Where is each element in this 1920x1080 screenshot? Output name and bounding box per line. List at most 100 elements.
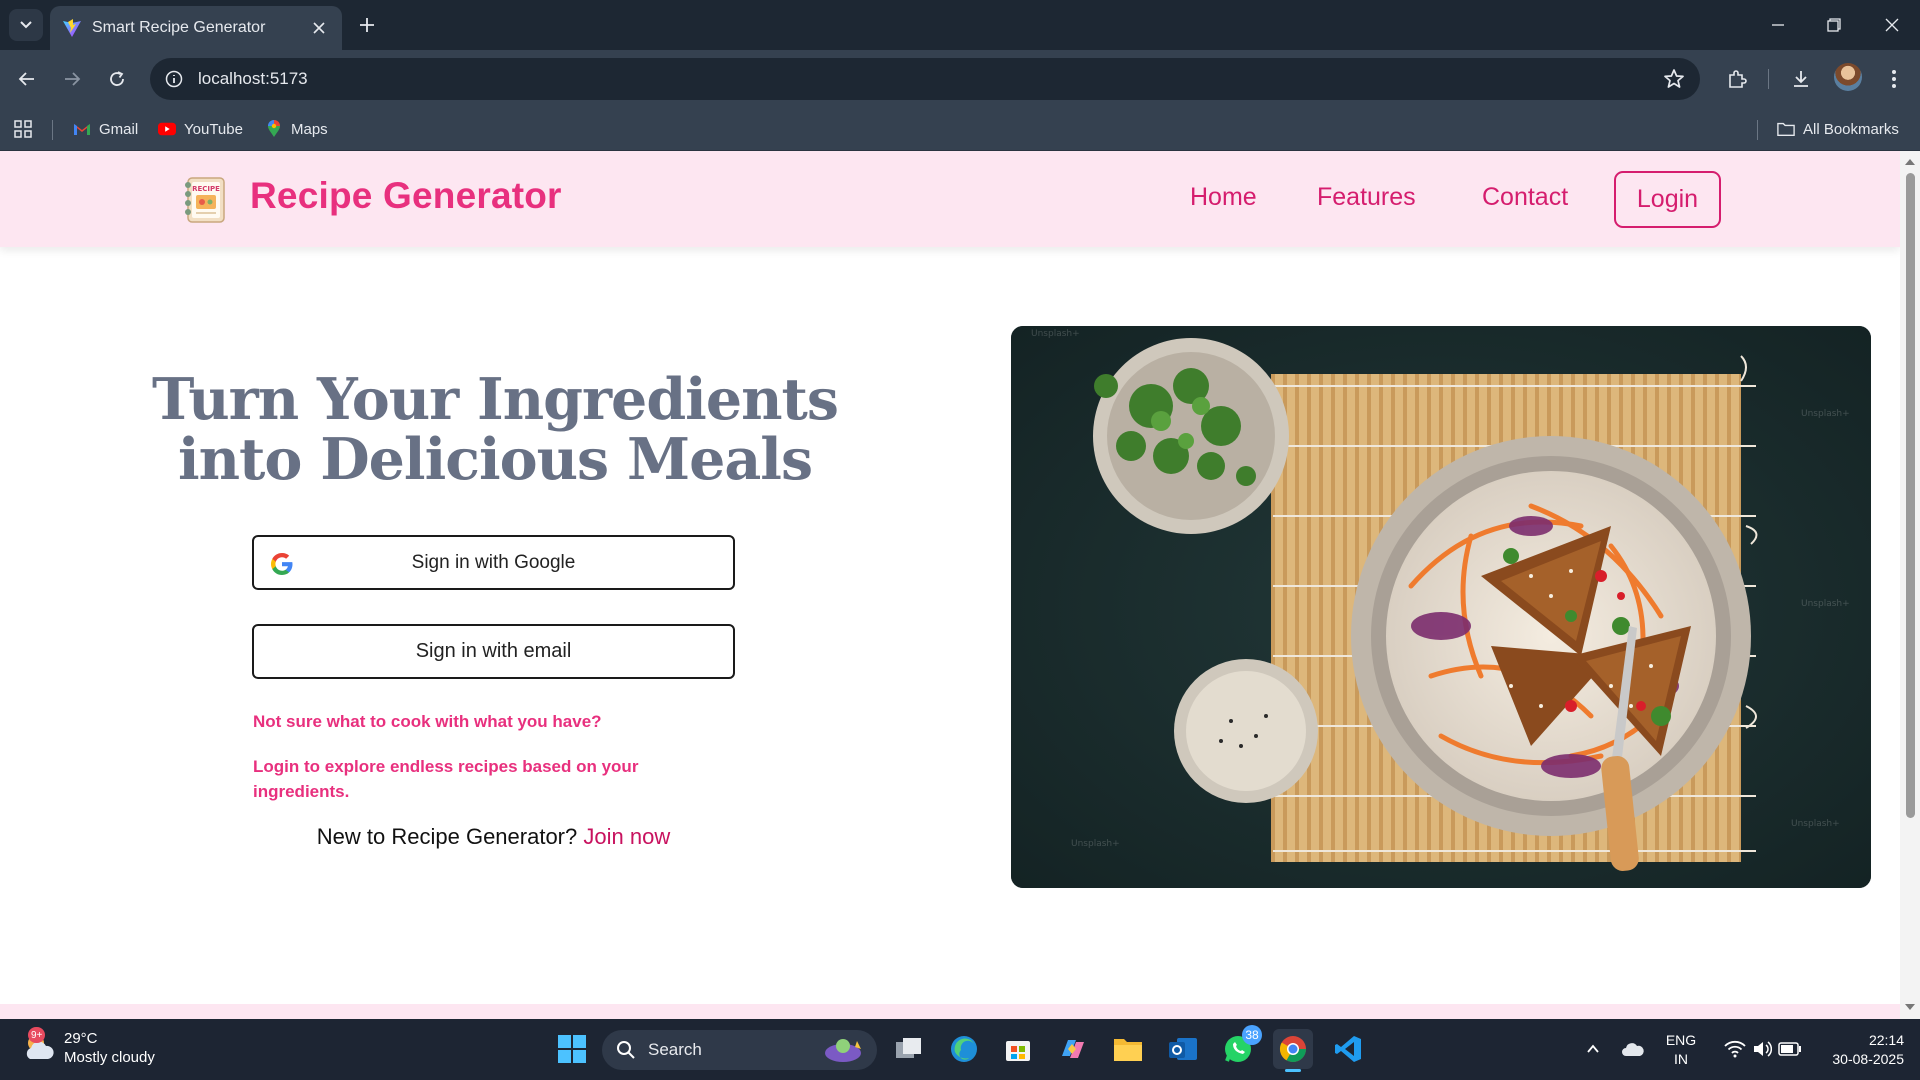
info-icon bbox=[165, 70, 183, 88]
star-icon[interactable] bbox=[1662, 67, 1686, 91]
hero-title-line1: Turn Your Ingredients bbox=[152, 366, 839, 433]
profile-avatar[interactable] bbox=[1834, 63, 1862, 91]
forward-button[interactable] bbox=[56, 63, 88, 95]
scroll-up-icon[interactable] bbox=[1904, 156, 1916, 168]
close-window-button[interactable] bbox=[1864, 0, 1920, 50]
scroll-thumb[interactable] bbox=[1906, 173, 1915, 818]
bookmark-label: Gmail bbox=[99, 120, 139, 138]
tab-search-button[interactable] bbox=[9, 9, 43, 41]
start-button[interactable] bbox=[552, 1029, 592, 1069]
join-now-link[interactable]: Join now bbox=[583, 824, 670, 849]
browser-tab-active[interactable]: Smart Recipe Generator bbox=[50, 6, 342, 50]
store-icon bbox=[1006, 1041, 1030, 1061]
store-button[interactable] bbox=[998, 1029, 1038, 1069]
join-prefix: New to Recipe Generator? bbox=[316, 824, 578, 849]
grid-icon bbox=[14, 120, 32, 138]
gmail-icon bbox=[73, 120, 91, 138]
image-watermark: Unsplash+ bbox=[1791, 819, 1840, 829]
weather-widget[interactable]: 9+ 29°C Mostly cloudy bbox=[22, 1027, 155, 1067]
download-icon bbox=[1794, 71, 1808, 87]
bookmark-maps[interactable]: Maps bbox=[265, 116, 328, 142]
folder-icon bbox=[1114, 1039, 1142, 1061]
youtube-icon bbox=[158, 120, 176, 138]
hero-food-image: Unsplash+ Unsplash+ Unsplash+ Unsplash+ … bbox=[1011, 326, 1871, 888]
scroll-down-icon[interactable] bbox=[1904, 1001, 1916, 1013]
windows-icon bbox=[558, 1035, 586, 1063]
language-indicator[interactable]: ENG IN bbox=[1660, 1031, 1702, 1069]
browser-tabstrip: Smart Recipe Generator bbox=[0, 0, 1920, 50]
footer-strip bbox=[0, 1004, 1900, 1019]
page-scrollbar[interactable] bbox=[1900, 151, 1920, 1019]
hero-title-line2: into Delicious Meals bbox=[177, 426, 813, 493]
whatsapp-button[interactable]: 38 bbox=[1218, 1025, 1262, 1069]
apps-button[interactable] bbox=[14, 116, 32, 142]
new-tab-button[interactable] bbox=[352, 10, 382, 40]
bookmark-youtube[interactable]: YouTube bbox=[158, 116, 243, 142]
show-hidden-icons-button[interactable] bbox=[1573, 1029, 1613, 1069]
vscode-button[interactable] bbox=[1328, 1029, 1368, 1069]
edge-button[interactable] bbox=[944, 1029, 984, 1069]
hero-title: Turn Your Ingredients into Delicious Mea… bbox=[140, 370, 850, 490]
login-button[interactable]: Login bbox=[1614, 171, 1721, 228]
vite-icon bbox=[63, 19, 81, 37]
reload-button[interactable] bbox=[101, 63, 133, 95]
back-button[interactable] bbox=[11, 63, 43, 95]
all-bookmarks-label: All Bookmarks bbox=[1803, 120, 1899, 138]
close-icon bbox=[1885, 18, 1899, 32]
nav-features[interactable]: Features bbox=[1317, 183, 1416, 212]
search-highlight-icon bbox=[825, 1039, 861, 1062]
email-signin-button[interactable]: Sign in with email bbox=[252, 624, 735, 679]
onedrive-button[interactable] bbox=[1613, 1029, 1653, 1069]
site-info-button[interactable] bbox=[162, 67, 186, 91]
battery-icon bbox=[1778, 1042, 1801, 1056]
extensions-button[interactable] bbox=[1721, 63, 1753, 95]
site-header: RECIPE Recipe Generator Home Features Co… bbox=[0, 151, 1900, 247]
chrome-icon bbox=[1279, 1036, 1307, 1063]
recipe-book-icon: RECIPE bbox=[185, 177, 225, 223]
quick-settings-button[interactable] bbox=[1713, 1029, 1813, 1069]
chrome-menu-button[interactable] bbox=[1878, 63, 1910, 95]
nav-contact[interactable]: Contact bbox=[1482, 183, 1568, 212]
taskbar-search[interactable]: Search bbox=[602, 1030, 877, 1070]
minimize-icon bbox=[1772, 24, 1784, 26]
image-watermark: Unsplash+ bbox=[1801, 409, 1850, 419]
weather-condition: Mostly cloudy bbox=[64, 1049, 155, 1066]
clock[interactable]: 22:14 30-08-2025 bbox=[1814, 1031, 1904, 1069]
hero-note-2: Login to explore endless recipes based o… bbox=[253, 757, 639, 801]
active-indicator bbox=[1285, 1069, 1301, 1072]
brand-title[interactable]: Recipe Generator bbox=[250, 175, 562, 217]
outlook-button[interactable] bbox=[1163, 1029, 1203, 1069]
vscode-icon bbox=[1335, 1036, 1361, 1062]
close-icon bbox=[313, 22, 325, 34]
minimize-button[interactable] bbox=[1750, 0, 1806, 50]
edge-icon bbox=[951, 1036, 977, 1062]
cloud-icon bbox=[1622, 1043, 1644, 1056]
image-watermark: Unsplash+ bbox=[1071, 839, 1120, 849]
file-explorer-button[interactable] bbox=[1108, 1029, 1148, 1069]
copilot-icon bbox=[1062, 1040, 1084, 1058]
downloads-button[interactable] bbox=[1785, 63, 1817, 95]
windows-taskbar: 9+ 29°C Mostly cloudy Search 38 ENG IN 2… bbox=[0, 1019, 1920, 1080]
chrome-button[interactable] bbox=[1273, 1029, 1313, 1072]
chevron-up-icon bbox=[1587, 1044, 1599, 1053]
image-watermark: Unsplash+ bbox=[1801, 599, 1850, 609]
restore-button[interactable] bbox=[1806, 0, 1862, 50]
all-bookmarks-button[interactable]: All Bookmarks bbox=[1777, 116, 1899, 142]
cloud-sun-icon: 9+ bbox=[22, 1027, 56, 1065]
region: IN bbox=[1674, 1051, 1688, 1067]
bookmarks-separator bbox=[1757, 120, 1758, 140]
google-signin-button[interactable]: Sign in with Google bbox=[252, 535, 735, 590]
tab-close-button[interactable] bbox=[308, 17, 330, 39]
hero-note-1: Not sure what to cook with what you have… bbox=[253, 712, 602, 731]
restore-icon bbox=[1827, 18, 1841, 32]
bookmark-gmail[interactable]: Gmail bbox=[73, 116, 138, 142]
nav-home[interactable]: Home bbox=[1190, 183, 1257, 212]
copilot-button[interactable] bbox=[1053, 1029, 1093, 1069]
arrow-right-icon bbox=[65, 72, 81, 86]
page-viewport: RECIPE Recipe Generator Home Features Co… bbox=[0, 151, 1900, 1019]
time: 22:14 bbox=[1868, 1032, 1904, 1048]
outlook-icon bbox=[1169, 1038, 1197, 1060]
address-bar[interactable]: localhost:5173 bbox=[150, 58, 1700, 100]
task-view-button[interactable] bbox=[889, 1029, 929, 1069]
folder-icon bbox=[1777, 120, 1795, 138]
